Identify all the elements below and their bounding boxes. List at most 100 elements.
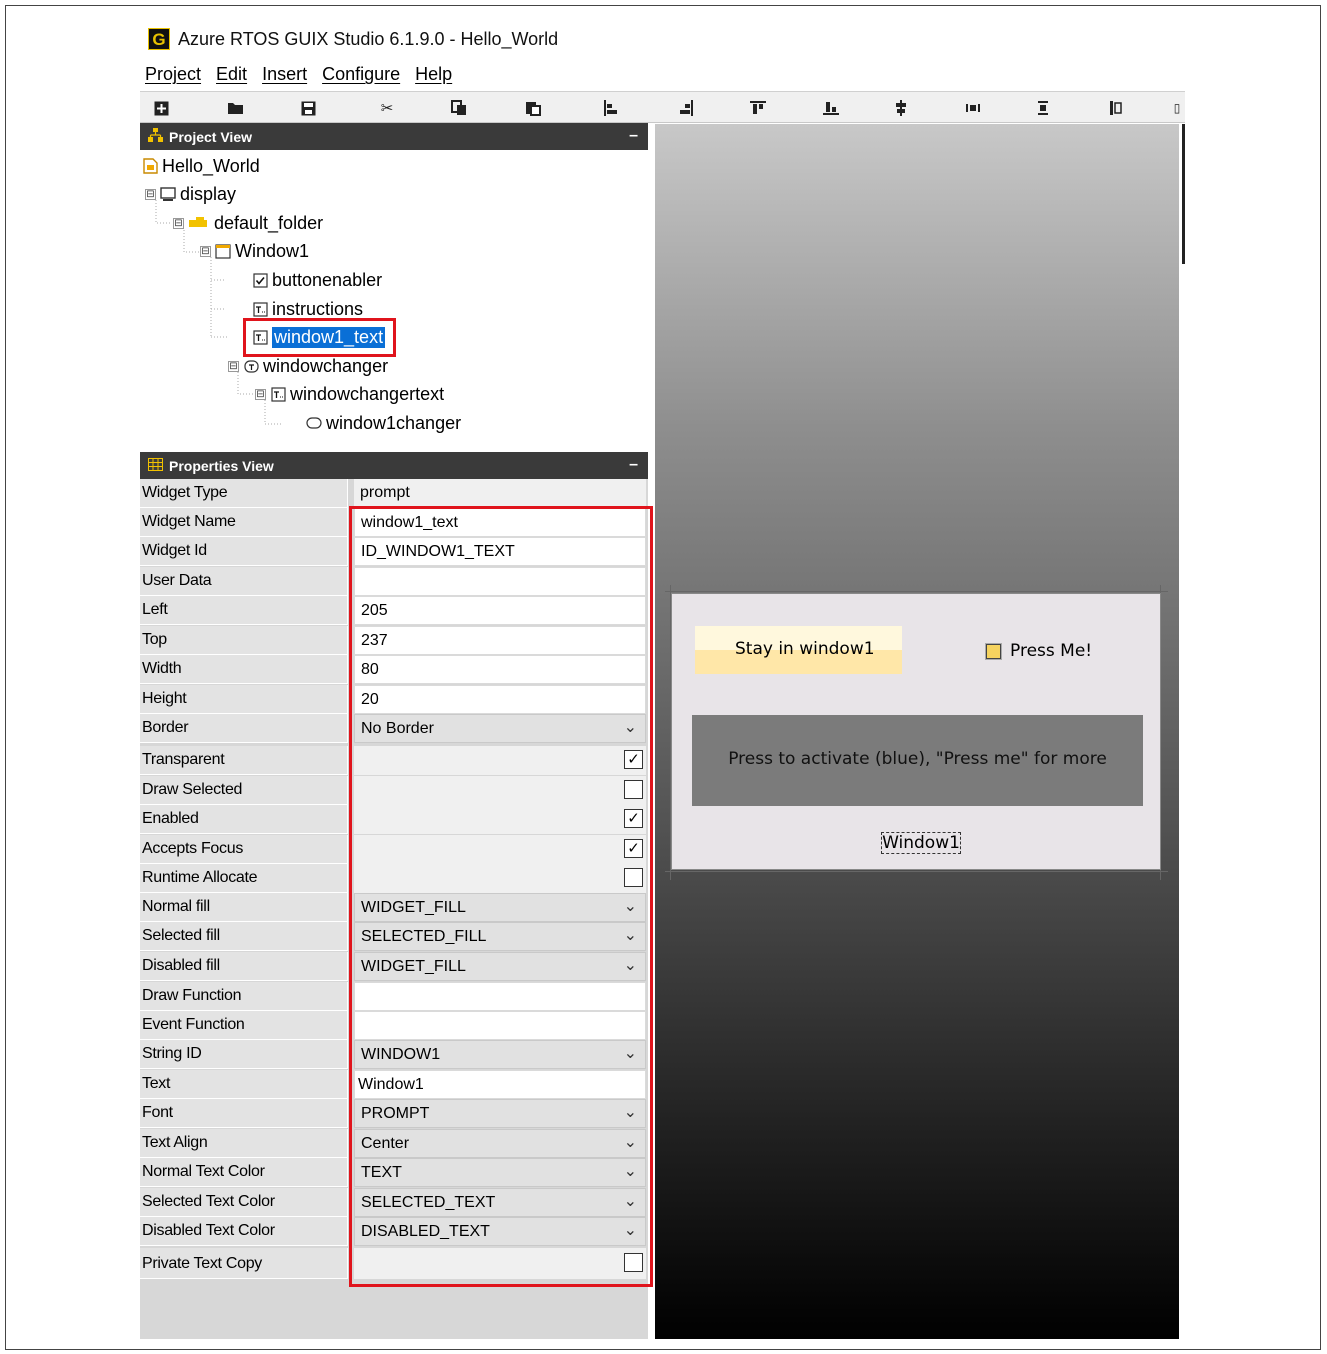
tree-selection-highlight xyxy=(243,318,396,357)
property-name: Transparent xyxy=(140,746,348,775)
tree-node-windowchangertext[interactable]: ⊟ windowchangertext xyxy=(255,381,444,407)
properties-view-minimize[interactable]: – xyxy=(629,456,638,474)
property-row-widget-type: Widget Type prompt xyxy=(140,479,648,508)
window-title: Azure RTOS GUIX Studio 6.1.9.0 - Hello_W… xyxy=(178,28,559,49)
property-name: Normal fill xyxy=(140,893,348,922)
project-tree-icon xyxy=(148,128,163,145)
menu-insert[interactable]: Insert xyxy=(262,64,307,88)
tree-node-label: buttonenabler xyxy=(272,269,383,290)
collapse-icon[interactable]: ⊟ xyxy=(255,388,266,400)
property-name: Accepts Focus xyxy=(140,835,348,864)
property-name: Draw Function xyxy=(140,982,348,1011)
cut-icon[interactable]: ✂ xyxy=(376,97,398,119)
tree-node-label: display xyxy=(180,183,237,204)
project-view-title: Project View xyxy=(169,128,253,145)
property-name: Runtime Allocate xyxy=(140,864,348,893)
properties-highlight xyxy=(349,506,653,1287)
properties-view-title: Properties View xyxy=(169,457,274,474)
property-name: Widget Id xyxy=(140,537,348,566)
properties-view-header: Properties View – xyxy=(140,452,648,479)
button-icon xyxy=(306,415,322,431)
tree-node-label: Window1 xyxy=(235,240,310,261)
property-name: Private Text Copy xyxy=(140,1248,348,1279)
property-name: Font xyxy=(140,1099,348,1128)
tree-node-hello-world[interactable]: Hello_World xyxy=(142,153,260,179)
tree-node-default-folder[interactable]: ⊟ default_folder xyxy=(173,210,323,236)
stay-in-window1-button[interactable]: Stay in window1 xyxy=(695,626,902,674)
toolbar-overflow-icon[interactable]: ▯ xyxy=(1172,97,1182,119)
window1-text-prompt[interactable]: Window1 xyxy=(881,832,961,854)
text-button-icon xyxy=(243,358,259,374)
new-project-icon[interactable] xyxy=(150,97,172,119)
tree-node-display[interactable]: ⊟ display xyxy=(145,181,236,207)
property-name: Height xyxy=(140,685,348,714)
project-icon xyxy=(142,158,158,174)
collapse-icon[interactable]: ⊟ xyxy=(145,188,156,200)
menu-edit[interactable]: Edit xyxy=(216,64,247,88)
save-icon[interactable] xyxy=(297,97,319,119)
property-name: Disabled Text Color xyxy=(140,1217,348,1246)
checkbox-icon xyxy=(252,272,268,288)
tree-node-window1[interactable]: ⊟ Window1 xyxy=(200,238,309,264)
tree-node-label: instructions xyxy=(272,298,364,319)
property-name: Width xyxy=(140,655,348,684)
tree-node-label: default_folder xyxy=(214,212,324,233)
collapse-icon[interactable]: ⊟ xyxy=(173,217,184,229)
paste-icon[interactable] xyxy=(522,97,544,119)
property-name: Enabled xyxy=(140,805,348,834)
property-name: String ID xyxy=(140,1040,348,1069)
tree-node-label: windowchangertext xyxy=(290,383,445,404)
checkbox-icon xyxy=(985,642,1002,660)
guide-line-bottom xyxy=(665,871,1168,872)
align-left-icon[interactable] xyxy=(600,97,622,119)
tree-node-label: window1changer xyxy=(326,412,462,433)
size-to-fit-icon[interactable] xyxy=(1105,97,1127,119)
property-name: Left xyxy=(140,596,348,625)
instructions-prompt[interactable]: Press to activate (blue), "Press me" for… xyxy=(692,715,1143,806)
collapse-icon[interactable]: ⊟ xyxy=(228,360,239,372)
copy-icon[interactable] xyxy=(448,97,470,119)
menu-configure[interactable]: Configure xyxy=(322,64,400,88)
align-right-icon[interactable] xyxy=(675,97,697,119)
guix-logo-icon: G xyxy=(148,28,170,50)
press-me-checkbox[interactable]: Press Me! xyxy=(985,641,1093,661)
property-name: Selected fill xyxy=(140,922,348,951)
property-name: Text xyxy=(140,1070,348,1099)
property-name: Selected Text Color xyxy=(140,1188,348,1217)
menu-project[interactable]: Project xyxy=(145,64,201,88)
property-name: Text Align xyxy=(140,1129,348,1158)
property-name: Disabled fill xyxy=(140,952,348,981)
project-view-minimize[interactable]: – xyxy=(629,127,638,145)
title-bar: G Azure RTOS GUIX Studio 6.1.9.0 - Hello… xyxy=(148,26,558,52)
center-vertical-icon[interactable] xyxy=(890,97,912,119)
property-name: Normal Text Color xyxy=(140,1158,348,1187)
property-value: prompt xyxy=(354,479,646,508)
monitor-icon xyxy=(160,186,176,202)
menu-help[interactable]: Help xyxy=(415,64,452,88)
collapse-icon[interactable]: ⊟ xyxy=(200,245,211,257)
property-name: Border xyxy=(140,714,348,743)
prompt-icon xyxy=(252,301,268,317)
equal-width-icon[interactable] xyxy=(962,97,984,119)
property-name: Event Function xyxy=(140,1011,348,1040)
project-view-header: Project View – xyxy=(140,123,648,150)
menu-bar: Project Edit Insert Configure Help xyxy=(145,64,452,88)
tree-node-label: windowchanger xyxy=(263,355,389,376)
project-tree: Hello_World ⊟ display ⊟ default_folder ⊟… xyxy=(140,150,648,450)
align-bottom-icon[interactable] xyxy=(820,97,842,119)
open-folder-icon[interactable] xyxy=(225,97,247,119)
tree-node-label: Hello_World xyxy=(162,155,260,176)
property-name: Draw Selected xyxy=(140,776,348,805)
align-top-icon[interactable] xyxy=(747,97,769,119)
press-me-label: Press Me! xyxy=(1010,641,1093,661)
property-name: Widget Type xyxy=(140,479,348,508)
tree-node-window1changer[interactable]: window1changer xyxy=(306,410,461,436)
equal-height-icon[interactable] xyxy=(1032,97,1054,119)
property-name: Top xyxy=(140,626,348,655)
canvas-scrollbar[interactable] xyxy=(1182,124,1185,264)
toolbar: ✂ ▯ xyxy=(140,91,1185,123)
tree-node-buttonenabler[interactable]: buttonenabler xyxy=(252,267,382,293)
folder-icon xyxy=(188,215,210,231)
grid-icon xyxy=(148,457,163,474)
window-icon xyxy=(215,243,231,259)
